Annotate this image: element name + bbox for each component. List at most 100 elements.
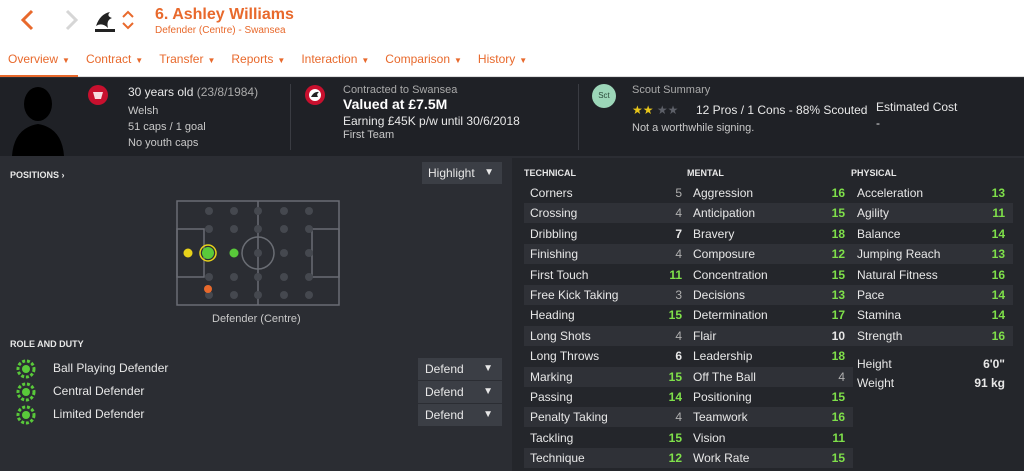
- height-row: Height 6'0": [851, 354, 1013, 374]
- player-name: 6. Ashley Williams: [155, 6, 294, 23]
- attribute-row[interactable]: Strength 16: [851, 325, 1013, 346]
- attribute-row[interactable]: Leadership 18: [687, 346, 853, 366]
- attribute-value: 15: [668, 430, 682, 445]
- chevron-down-icon: ▼: [135, 56, 144, 65]
- tab-interaction[interactable]: Interaction ▼: [293, 50, 377, 77]
- star-empty-icon: ★: [656, 103, 668, 117]
- attribute-row[interactable]: Tackling 15: [524, 428, 690, 448]
- tab-label: Comparison: [385, 52, 450, 66]
- star-filled-icon: ★: [642, 103, 654, 117]
- club-logo-icon: [95, 12, 115, 32]
- attribute-row[interactable]: Finishing 4: [524, 244, 690, 265]
- attribute-name: Passing: [530, 390, 573, 404]
- attribute-name: Corners: [530, 186, 573, 200]
- duty-dropdown[interactable]: Defend ▼: [418, 381, 502, 403]
- position-dot-natural: [202, 247, 214, 259]
- duty-dropdown[interactable]: Defend ▼: [418, 358, 502, 380]
- attribute-row[interactable]: Concentration 15: [687, 265, 853, 285]
- attribute-row[interactable]: Work Rate 15: [687, 448, 853, 469]
- tab-label: Contract: [85, 52, 132, 66]
- attribute-row[interactable]: Stamina 14: [851, 305, 1013, 325]
- attribute-value: 14: [991, 288, 1005, 302]
- attribute-row[interactable]: Technique 12: [524, 448, 690, 469]
- duty-dropdown[interactable]: Defend ▼: [418, 404, 502, 426]
- attribute-row[interactable]: Bravery 18: [687, 224, 853, 244]
- attribute-row[interactable]: Crossing 4: [524, 203, 690, 224]
- attribute-name: Agility: [857, 206, 890, 221]
- tab-comparison[interactable]: Comparison ▼: [377, 50, 470, 77]
- highlight-dropdown[interactable]: Highlight ▼: [422, 162, 502, 184]
- tab-transfer[interactable]: Transfer ▼: [151, 50, 223, 77]
- chevron-down-icon: ▼: [277, 56, 286, 65]
- attributes-panel: TECHNICAL Corners 5 Crossing 4 Dribbling 7 Fin…: [512, 158, 1024, 471]
- positions-label[interactable]: POSITIONS ›: [10, 170, 65, 180]
- role-name: Ball Playing Defender: [53, 361, 169, 375]
- attribute-name: Long Shots: [530, 328, 591, 343]
- position-dot-competent: [183, 248, 193, 258]
- positions-roles-pane: POSITIONS › Highlight ▼ Defender (Centre…: [0, 158, 512, 471]
- positions-label-text: POSITIONS: [10, 170, 60, 180]
- attribute-row[interactable]: Aggression 16: [687, 183, 853, 203]
- attribute-name: Balance: [857, 226, 901, 241]
- chevron-down-icon: ▼: [454, 56, 462, 65]
- attribute-value: 13: [991, 186, 1005, 200]
- attribute-value: 15: [831, 451, 845, 466]
- tab-contract[interactable]: Contract ▼: [78, 50, 151, 77]
- attribute-row[interactable]: Natural Fitness 16: [851, 265, 1013, 285]
- scout-badge[interactable]: Sct: [592, 84, 616, 108]
- attribute-name: Heading: [530, 308, 575, 323]
- attribute-name: Crossing: [530, 206, 578, 221]
- up-down-arrows-icon[interactable]: [121, 8, 135, 32]
- tab-history[interactable]: History ▼: [470, 50, 535, 77]
- back-arrow-icon[interactable]: [17, 8, 39, 32]
- attribute-row[interactable]: Off The Ball 4: [687, 366, 853, 387]
- attribute-row[interactable]: Jumping Reach 13: [851, 244, 1013, 265]
- attribute-row[interactable]: Anticipation 15: [687, 203, 853, 224]
- attribute-row[interactable]: Penalty Taking 4: [524, 407, 690, 428]
- attribute-row[interactable]: Free Kick Taking 3: [524, 285, 690, 305]
- attribute-row[interactable]: Agility 11: [851, 203, 1013, 224]
- attribute-row[interactable]: Long Throws 6: [524, 346, 690, 366]
- attribute-row[interactable]: Pace 14: [851, 285, 1013, 305]
- attribute-row[interactable]: Acceleration 13: [851, 183, 1013, 203]
- chevron-right-icon: ›: [61, 170, 65, 180]
- attribute-value: 4: [675, 410, 682, 425]
- attribute-value: 4: [675, 206, 682, 221]
- attribute-value: 14: [991, 308, 1005, 323]
- role-row[interactable]: Limited Defender Defend ▼: [10, 404, 502, 426]
- attribute-row[interactable]: Dribbling 7: [524, 224, 690, 244]
- attribute-row[interactable]: Marking 15: [524, 366, 690, 387]
- attribute-row[interactable]: Heading 15: [524, 305, 690, 325]
- divider: [578, 84, 579, 150]
- attribute-row[interactable]: Corners 5: [524, 183, 690, 203]
- attribute-row[interactable]: Teamwork 16: [687, 407, 853, 428]
- attribute-row[interactable]: Passing 14: [524, 387, 690, 407]
- attribute-row[interactable]: Long Shots 4: [524, 325, 690, 346]
- attribute-name: Decisions: [693, 288, 746, 302]
- attribute-row[interactable]: Determination 17: [687, 305, 853, 325]
- chevron-down-icon: ▼: [483, 409, 493, 420]
- player-age: 30 years old (23/8/1984): [128, 85, 258, 99]
- attribute-row[interactable]: Decisions 13: [687, 285, 853, 305]
- attribute-row[interactable]: Vision 11: [687, 428, 853, 448]
- tab-reports[interactable]: Reports ▼: [223, 50, 293, 77]
- attribute-name: Natural Fitness: [857, 267, 938, 282]
- attribute-row[interactable]: Flair 10: [687, 325, 853, 346]
- role-row[interactable]: Central Defender Defend ▼: [10, 381, 502, 403]
- attribute-row[interactable]: First Touch 11: [524, 265, 690, 285]
- role-suitability-icon: [16, 359, 36, 379]
- mental-header: MENTAL: [687, 168, 724, 178]
- tab-overview[interactable]: Overview ▼: [0, 50, 78, 77]
- tab-label: Reports: [231, 52, 274, 66]
- attribute-row[interactable]: Positioning 15: [687, 387, 853, 407]
- attribute-row[interactable]: Balance 14: [851, 224, 1013, 244]
- attribute-name: Penalty Taking: [530, 410, 608, 425]
- forward-arrow-icon[interactable]: [60, 8, 82, 32]
- player-summary: 30 years old (23/8/1984) Welsh 51 caps /…: [0, 78, 1024, 156]
- position-caption: Defender (Centre): [212, 313, 301, 325]
- role-row[interactable]: Ball Playing Defender Defend ▼: [10, 358, 502, 380]
- attribute-row[interactable]: Composure 12: [687, 244, 853, 265]
- attribute-name: Work Rate: [693, 451, 750, 466]
- attribute-name: Weight: [857, 376, 895, 390]
- attribute-value: 11: [669, 267, 682, 282]
